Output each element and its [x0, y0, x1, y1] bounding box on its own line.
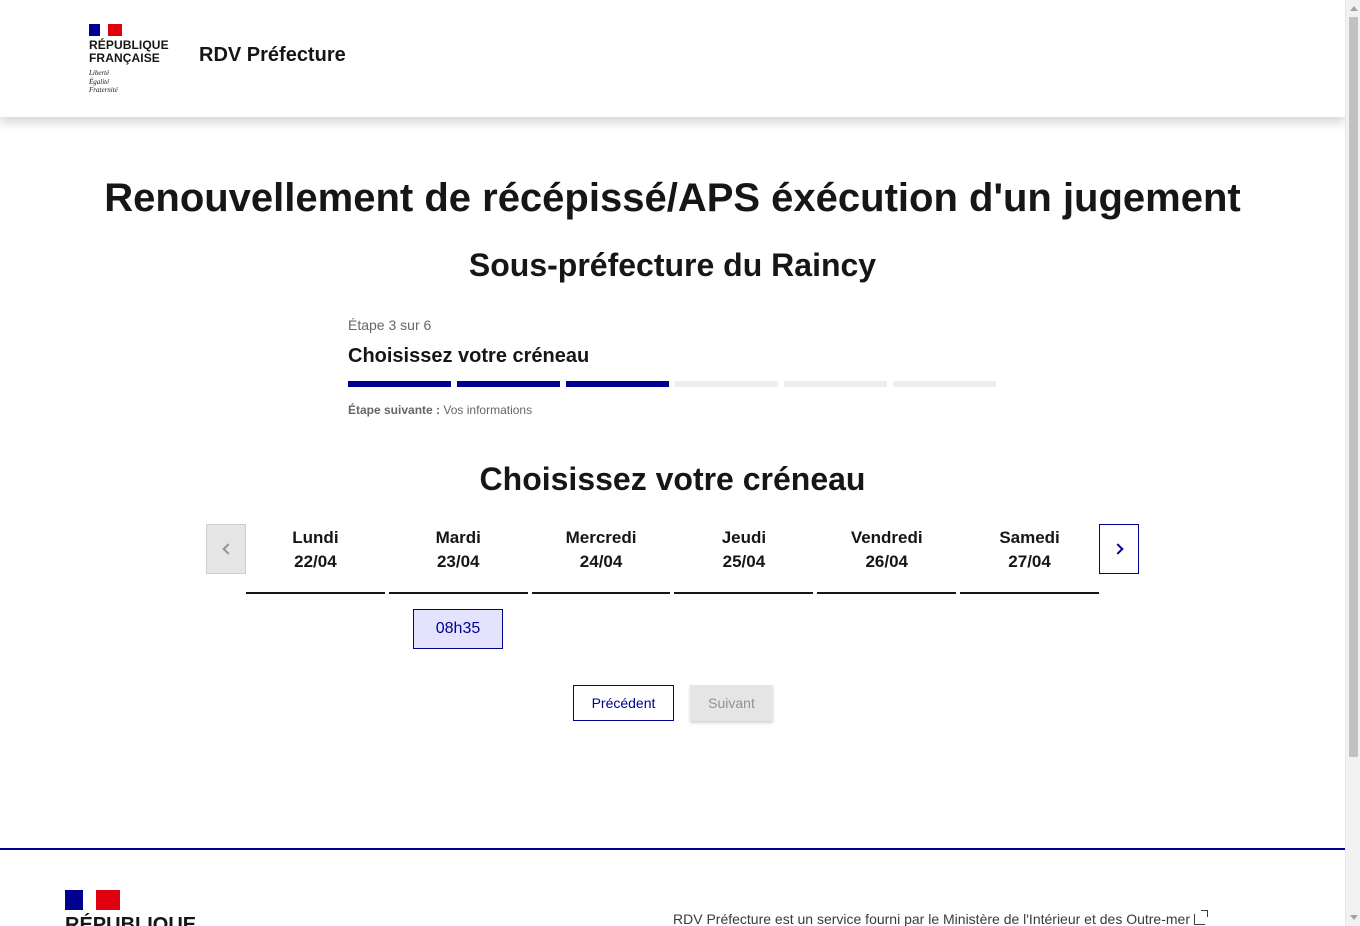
day-name: Mardi [435, 528, 481, 547]
page-subtitle: Sous-préfecture du Raincy [468, 247, 877, 283]
day-name: Mercredi [565, 528, 637, 547]
time-slot-button[interactable]: 08h35 [413, 609, 503, 649]
day-name: Jeudi [721, 528, 767, 547]
step-next-label: Étape suivante : [348, 403, 441, 417]
stepper: Étape 3 sur 6 Choisissez votre créneau É… [348, 316, 998, 418]
scroll-down-arrow-icon[interactable] [1350, 915, 1358, 920]
slot-section-title: Choisissez votre créneau [479, 461, 866, 497]
next-button[interactable]: Suivant [690, 685, 773, 721]
step-bar-6 [893, 381, 996, 387]
republique-logo[interactable]: RÉPUBLIQUE FRANÇAISE Liberté Égalité Fra… [89, 24, 179, 95]
day-name: Vendredi [850, 528, 923, 547]
day-column: Mercredi 24/04 [531, 524, 671, 594]
step-bar-3 [566, 381, 669, 387]
chevron-left-icon [221, 543, 234, 555]
step-bar-5 [784, 381, 887, 387]
chevron-right-icon [1111, 543, 1124, 555]
scroll-thumb[interactable] [1349, 17, 1358, 757]
vertical-scrollbar[interactable] [1345, 0, 1360, 926]
step-bar-4 [675, 381, 778, 387]
step-next: Étape suivante : Vos informations [348, 402, 998, 418]
day-date: 25/04 [722, 552, 766, 571]
day-column: Vendredi 26/04 [817, 524, 957, 594]
day-column: Mardi 23/04 [388, 524, 528, 594]
calendar-next-button[interactable] [1099, 524, 1139, 574]
logo-text: RÉPUBLIQUE FRANÇAISE [89, 39, 179, 65]
day-column: Jeudi 25/04 [674, 524, 814, 594]
motto-line-1: Liberté [89, 69, 110, 77]
day-date: 24/04 [579, 552, 623, 571]
page-title: Renouvellement de récépissé/APS éxécutio… [104, 176, 1241, 220]
step-title: Choisissez votre créneau [348, 345, 590, 367]
day-date: 23/04 [436, 552, 480, 571]
footer-logo-text: RÉPUBLIQUE [65, 914, 197, 926]
service-title[interactable]: RDV Préfecture [199, 44, 346, 67]
footer-description: RDV Préfecture est un service fourni par… [673, 911, 1190, 926]
step-progress-bars [348, 381, 998, 387]
scroll-up-arrow-icon[interactable] [1350, 6, 1358, 11]
site-header: RÉPUBLIQUE FRANÇAISE Liberté Égalité Fra… [0, 0, 1345, 117]
calendar-prev-button[interactable] [206, 524, 246, 574]
day-column: Samedi 27/04 [960, 524, 1099, 594]
footer-description-link[interactable]: RDV Préfecture est un service fourni par… [673, 909, 1208, 926]
step-bar-1 [348, 381, 451, 387]
footer-logo[interactable]: RÉPUBLIQUE [65, 890, 196, 926]
day-date: 27/04 [1008, 552, 1051, 571]
step-next-value: Vos informations [443, 403, 533, 417]
logo-line-2: FRANÇAISE [89, 51, 160, 65]
previous-button[interactable]: Précédent [573, 685, 674, 721]
marianne-flag-icon [65, 890, 120, 910]
day-date: 26/04 [865, 552, 908, 571]
day-column: Lundi 22/04 [246, 524, 385, 594]
site-footer: RÉPUBLIQUE RDV Préfecture est un service… [0, 848, 1345, 926]
step-state: Étape 3 sur 6 [348, 317, 432, 333]
page-viewport: RÉPUBLIQUE FRANÇAISE Liberté Égalité Fra… [0, 0, 1345, 926]
calendar-days: Lundi 22/04 Mardi 23/04 Mercredi 24/04 J… [246, 524, 1099, 594]
motto: Liberté Égalité Fraternité [89, 69, 179, 95]
day-name: Lundi [292, 528, 339, 547]
day-name: Samedi [999, 528, 1060, 547]
motto-line-3: Fraternité [89, 86, 118, 94]
marianne-flag-icon [89, 24, 122, 36]
external-link-icon [1194, 909, 1208, 925]
day-date: 22/04 [294, 552, 337, 571]
motto-line-2: Égalité [89, 77, 110, 86]
step-bar-2 [457, 381, 560, 387]
